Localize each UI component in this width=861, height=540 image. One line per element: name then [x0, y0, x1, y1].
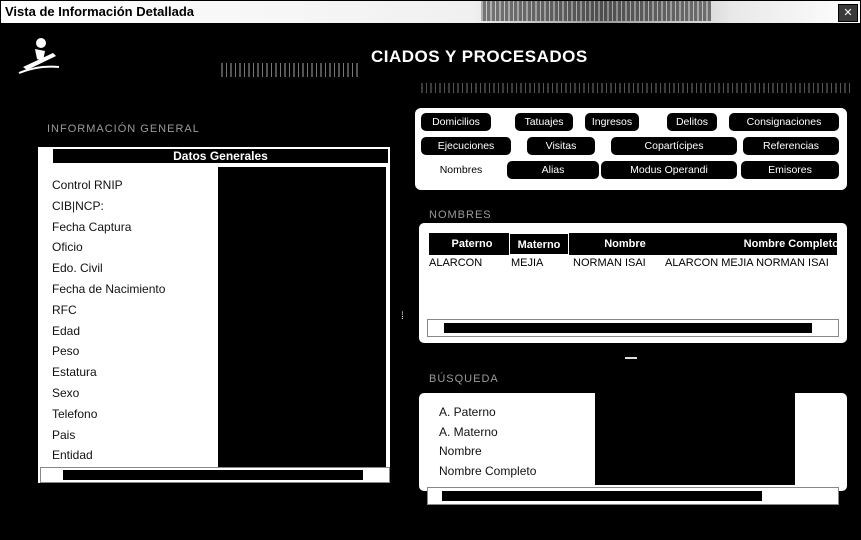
scrollbar-thumb[interactable] — [444, 323, 812, 333]
header-decoration — [221, 63, 361, 77]
scrollbar-thumb[interactable] — [63, 470, 363, 480]
busqueda-values-column — [595, 393, 795, 485]
tab-visitas[interactable]: Visitas — [527, 137, 595, 155]
cell-nombre-completo: ALARCON MEJIA NORMAN ISAI — [665, 257, 829, 269]
general-fields-list: Control RNIP CIB|NCP: Fecha Captura Ofic… — [52, 175, 222, 487]
general-section-label: INFORMACIÓN GENERAL — [47, 123, 200, 135]
busqueda-fields-list: A. Paterno A. Materno Nombre Nombre Comp… — [439, 403, 599, 481]
nombres-table: Paterno Materno Nombre Nombre Completo A… — [419, 223, 847, 343]
field-label: Entidad — [52, 448, 93, 463]
column-header-materno[interactable]: Materno — [509, 233, 569, 255]
detail-tabs: Domicilios Tatuajes Ingresos Delitos Con… — [415, 108, 847, 190]
field-label: Nombre Completo — [439, 463, 537, 478]
general-values-column — [218, 167, 383, 467]
table-header: Paterno Materno Nombre Nombre Completo — [429, 233, 839, 255]
divider — [625, 357, 637, 359]
tab-domicilios[interactable]: Domicilios — [421, 113, 491, 131]
tab-coparticipes[interactable]: Copartícipes — [611, 137, 737, 155]
tab-alias[interactable]: Alias — [507, 161, 599, 179]
titlebar-decoration — [481, 1, 711, 21]
cell-paterno: ALARCON — [429, 257, 483, 269]
column-header-nombre-completo[interactable]: Nombre Completo — [679, 233, 839, 255]
window-title: Vista de Información Detallada — [5, 4, 195, 19]
scrollbar-thumb[interactable] — [442, 491, 762, 501]
general-horizontal-scrollbar[interactable] — [40, 467, 390, 483]
tab-tatuajes[interactable]: Tatuajes — [515, 113, 573, 131]
tab-emisores[interactable]: Emisores — [741, 161, 839, 179]
nombres-section-label: NOMBRES — [429, 209, 492, 221]
field-label: Edad — [52, 323, 81, 338]
field-label: Fecha Captura — [52, 219, 132, 234]
field-label: Telefono — [52, 406, 98, 421]
busqueda-section-label: BÚSQUEDA — [429, 373, 499, 385]
page-title: CIADOS Y PROCESADOS — [371, 47, 588, 66]
tab-consignaciones[interactable]: Consignaciones — [729, 113, 839, 131]
tab-nombres[interactable]: Nombres — [417, 161, 505, 179]
field-label: Estatura — [52, 365, 97, 380]
close-icon[interactable]: ✕ — [838, 4, 858, 22]
field-label: Edo. Civil — [52, 261, 103, 276]
field-label: RFC — [52, 302, 77, 317]
busqueda-horizontal-scrollbar[interactable] — [427, 487, 839, 505]
splitter-handle[interactable]: ⁞ — [401, 311, 409, 327]
tab-ejecuciones[interactable]: Ejecuciones — [421, 137, 511, 155]
general-data-panel: Datos Generales Control RNIP CIB|NCP: Fe… — [38, 147, 390, 483]
column-header-nombre[interactable]: Nombre — [575, 233, 675, 255]
title-bar[interactable]: Vista de Información Detallada ✕ — [1, 1, 860, 23]
cell-materno: MEJIA — [511, 257, 544, 269]
general-vertical-scrollbar[interactable] — [378, 167, 386, 467]
nombres-horizontal-scrollbar[interactable] — [427, 319, 839, 337]
cell-nombre: NORMAN ISAI — [573, 257, 646, 269]
header-decoration-bottom — [421, 83, 851, 93]
tab-delitos[interactable]: Delitos — [667, 113, 717, 131]
field-label: Oficio — [52, 240, 83, 255]
field-label: Fecha de Nacimiento — [52, 281, 166, 296]
field-label: Peso — [52, 344, 80, 359]
field-label: Pais — [52, 427, 76, 442]
general-data-title: Datos Generales — [53, 149, 388, 163]
skier-logo-icon — [18, 38, 60, 74]
field-label: A. Paterno — [439, 405, 496, 419]
field-label: A. Materno — [439, 424, 498, 439]
field-label: Control RNIP — [52, 178, 123, 192]
table-row[interactable]: ALARCON MEJIA NORMAN ISAI ALARCON MEJIA … — [429, 257, 839, 271]
field-label: Sexo — [52, 385, 80, 400]
tab-modus-operandi[interactable]: Modus Operandi — [601, 161, 737, 179]
field-label: CIB|NCP: — [52, 198, 104, 213]
tab-referencias[interactable]: Referencias — [743, 137, 839, 155]
busqueda-panel: A. Paterno A. Materno Nombre Nombre Comp… — [419, 393, 847, 505]
column-header-paterno[interactable]: Paterno — [437, 233, 507, 255]
tab-ingresos[interactable]: Ingresos — [585, 113, 639, 131]
field-label: Nombre — [439, 444, 482, 458]
detail-window: Vista de Información Detallada ✕ CIADOS … — [0, 0, 861, 540]
